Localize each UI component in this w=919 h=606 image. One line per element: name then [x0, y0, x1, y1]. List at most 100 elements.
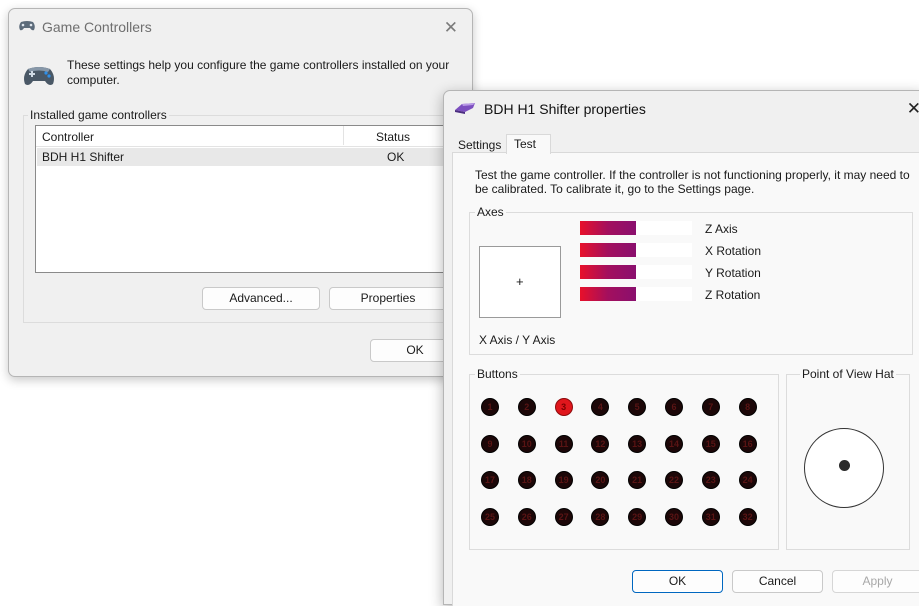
button-number: 30	[668, 511, 679, 522]
window-title: Game Controllers	[42, 19, 152, 35]
advanced-button[interactable]: Advanced...	[202, 287, 320, 310]
button-number: 18	[521, 475, 532, 485]
button-indicator-31: 31	[701, 507, 720, 526]
button-indicator-25: 25	[481, 507, 499, 526]
x-rotation-bar	[580, 243, 692, 257]
apply-button[interactable]: Apply	[832, 570, 919, 593]
title-bar[interactable]: BDH H1 Shifter properties ✕	[444, 91, 919, 127]
button-indicator-2: 2	[517, 398, 536, 416]
xy-axis-display: +	[479, 246, 561, 318]
button-indicator-8: 8	[738, 398, 757, 416]
button-number: 16	[742, 438, 753, 449]
ok-button[interactable]: OK	[632, 570, 723, 593]
button-indicator-32: 32	[738, 507, 757, 526]
button-indicator-11: 11	[554, 434, 573, 453]
buttons-label: Buttons	[475, 367, 520, 381]
button-number: 12	[595, 438, 606, 449]
button-number: 27	[558, 511, 569, 522]
button-number: 3	[561, 402, 567, 412]
gamepad-icon	[22, 63, 56, 92]
y-rotation-label: Y Rotation	[705, 266, 761, 280]
button-number: 29	[632, 511, 643, 522]
button-indicator-22: 22	[665, 471, 683, 489]
button-indicator-6: 6	[665, 398, 683, 416]
crosshair-icon: +	[516, 274, 524, 289]
button-number: 6	[671, 402, 677, 412]
bar-fill	[580, 221, 636, 235]
button-indicator-4: 4	[591, 398, 610, 416]
button-number: 17	[484, 475, 495, 485]
button-indicator-12: 12	[591, 434, 610, 453]
button-number: 28	[595, 511, 606, 522]
column-header-status[interactable]: Status	[376, 130, 410, 144]
properties-window: BDH H1 Shifter properties ✕ Settings Tes…	[443, 90, 919, 606]
bar-fill	[580, 265, 636, 279]
z-axis-label: Z Axis	[705, 222, 738, 236]
description-text: These settings help you configure the ga…	[67, 58, 450, 87]
group-label: Installed game controllers	[28, 108, 169, 122]
button-indicator-27: 27	[554, 507, 573, 526]
button-indicator-20: 20	[591, 471, 610, 489]
tab-test[interactable]: Test	[514, 137, 536, 151]
button-number: 14	[668, 438, 679, 449]
button-number: 11	[558, 438, 569, 449]
button-number: 23	[705, 475, 716, 485]
title-bar[interactable]: Game Controllers ✕	[9, 9, 472, 45]
cancel-button[interactable]: Cancel	[732, 570, 823, 593]
bar-fill	[580, 287, 636, 301]
window-title: BDH H1 Shifter properties	[484, 101, 646, 117]
button-indicator-19: 19	[554, 471, 573, 489]
properties-button[interactable]: Properties	[329, 287, 447, 310]
z-axis-bar	[580, 221, 692, 235]
button-number: 24	[742, 475, 753, 485]
button-indicator-18: 18	[517, 471, 536, 489]
xy-axis-label: X Axis / Y Axis	[479, 333, 556, 347]
close-icon[interactable]: ✕	[444, 19, 458, 36]
buttons-group: Buttons	[469, 367, 779, 550]
button-indicator-26: 26	[517, 507, 536, 526]
button-number: 4	[597, 402, 603, 412]
column-header-controller[interactable]: Controller	[42, 130, 94, 144]
button-indicator-29: 29	[628, 507, 647, 526]
x-rotation-label: X Rotation	[705, 244, 762, 258]
z-rotation-bar	[580, 287, 692, 301]
button-indicator-15: 15	[701, 434, 720, 453]
button-number: 25	[484, 511, 495, 522]
button-number: 20	[595, 475, 606, 485]
button-indicator-21: 21	[628, 471, 647, 489]
button-number: 19	[558, 475, 569, 485]
button-indicator-28: 28	[591, 507, 610, 526]
z-rotation-label: Z Rotation	[705, 288, 761, 302]
steering-wheel-icon	[453, 101, 477, 118]
axes-label: Axes	[475, 205, 506, 219]
controller-status: OK	[387, 150, 405, 164]
button-indicator-10: 10	[517, 434, 536, 453]
button-number: 7	[708, 402, 714, 412]
button-indicator-24: 24	[738, 471, 757, 489]
instructions-text: Test the game controller. If the control…	[475, 168, 910, 196]
controllers-list[interactable]: Controller Status BDH H1 Shifter OK	[35, 125, 449, 273]
button-number: 1	[487, 402, 493, 412]
bar-fill	[580, 243, 636, 257]
button-indicator-9: 9	[481, 434, 499, 453]
button-indicator-14: 14	[665, 434, 683, 453]
button-number: 15	[705, 438, 716, 449]
column-divider[interactable]	[343, 126, 344, 145]
list-header: Controller Status	[36, 126, 448, 147]
button-number: 9	[487, 438, 493, 449]
button-number: 10	[521, 438, 532, 449]
button-number: 13	[632, 438, 643, 449]
button-number: 22	[668, 475, 679, 485]
gamepad-icon	[18, 20, 36, 35]
button-indicator-3: 3	[554, 398, 573, 416]
button-indicator-5: 5	[628, 398, 647, 416]
game-controllers-window: Game Controllers ✕ These settings help y…	[8, 8, 473, 377]
button-number: 31	[705, 511, 716, 522]
close-icon[interactable]: ✕	[907, 100, 919, 117]
tab-settings[interactable]: Settings	[458, 138, 501, 152]
pov-hat-indicator	[839, 460, 850, 471]
list-item[interactable]: BDH H1 Shifter OK	[37, 148, 447, 166]
button-indicator-1: 1	[481, 398, 499, 416]
button-indicator-16: 16	[738, 434, 757, 453]
button-indicator-13: 13	[628, 434, 647, 453]
